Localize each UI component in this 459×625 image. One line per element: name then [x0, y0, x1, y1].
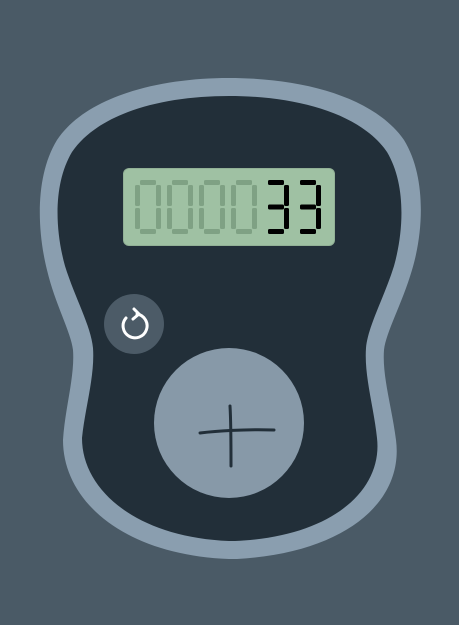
tally-counter-screen: 33 [0, 0, 459, 625]
lcd-segment-d [268, 229, 284, 234]
lcd-segment-e [135, 208, 140, 229]
lcd-segment-f [167, 185, 172, 206]
lcd-segment-b [156, 185, 161, 206]
seven-segment-digits [135, 180, 321, 234]
reset-button[interactable] [104, 294, 164, 354]
lcd-segment-a [236, 180, 252, 185]
lcd-segment-c [252, 208, 257, 229]
lcd-segment-e [231, 208, 236, 229]
lcd-segment-f [231, 185, 236, 206]
lcd-digit-inactive [199, 180, 225, 234]
lcd-digit-inactive [231, 180, 257, 234]
lcd-segment-f [199, 185, 204, 206]
lcd-digit-active [300, 180, 321, 234]
lcd-segment-f [135, 185, 140, 206]
lcd-digit-active [268, 180, 289, 234]
reset-icon [121, 307, 149, 340]
lcd-segment-d [236, 229, 252, 234]
lcd-segment-g [268, 204, 284, 210]
lcd-segment-g [300, 204, 316, 210]
lcd-digit-inactive [167, 180, 193, 234]
lcd-digit-inactive [135, 180, 161, 234]
lcd-segment-a [204, 180, 220, 185]
lcd-segment-d [300, 229, 316, 234]
lcd-segment-c [220, 208, 225, 229]
lcd-segment-b [316, 185, 321, 206]
lcd-segment-b [252, 185, 257, 206]
lcd-segment-c [284, 208, 289, 229]
lcd-segment-a [140, 180, 156, 185]
lcd-segment-a [268, 180, 284, 185]
lcd-segment-e [199, 208, 204, 229]
tally-counter-device [39, 78, 421, 559]
lcd-segment-b [284, 185, 289, 206]
increment-button[interactable] [154, 348, 304, 498]
lcd-segment-a [300, 180, 316, 185]
lcd-segment-c [316, 208, 321, 229]
counter-display: 33 [123, 168, 335, 246]
lcd-segment-c [156, 208, 161, 229]
plus-icon [198, 404, 276, 468]
lcd-segment-a [172, 180, 188, 185]
lcd-segment-d [140, 229, 156, 234]
lcd-segment-d [172, 229, 188, 234]
lcd-segment-b [220, 185, 225, 206]
lcd-segment-c [188, 208, 193, 229]
lcd-segment-b [188, 185, 193, 206]
lcd-segment-e [167, 208, 172, 229]
lcd-segment-d [204, 229, 220, 234]
